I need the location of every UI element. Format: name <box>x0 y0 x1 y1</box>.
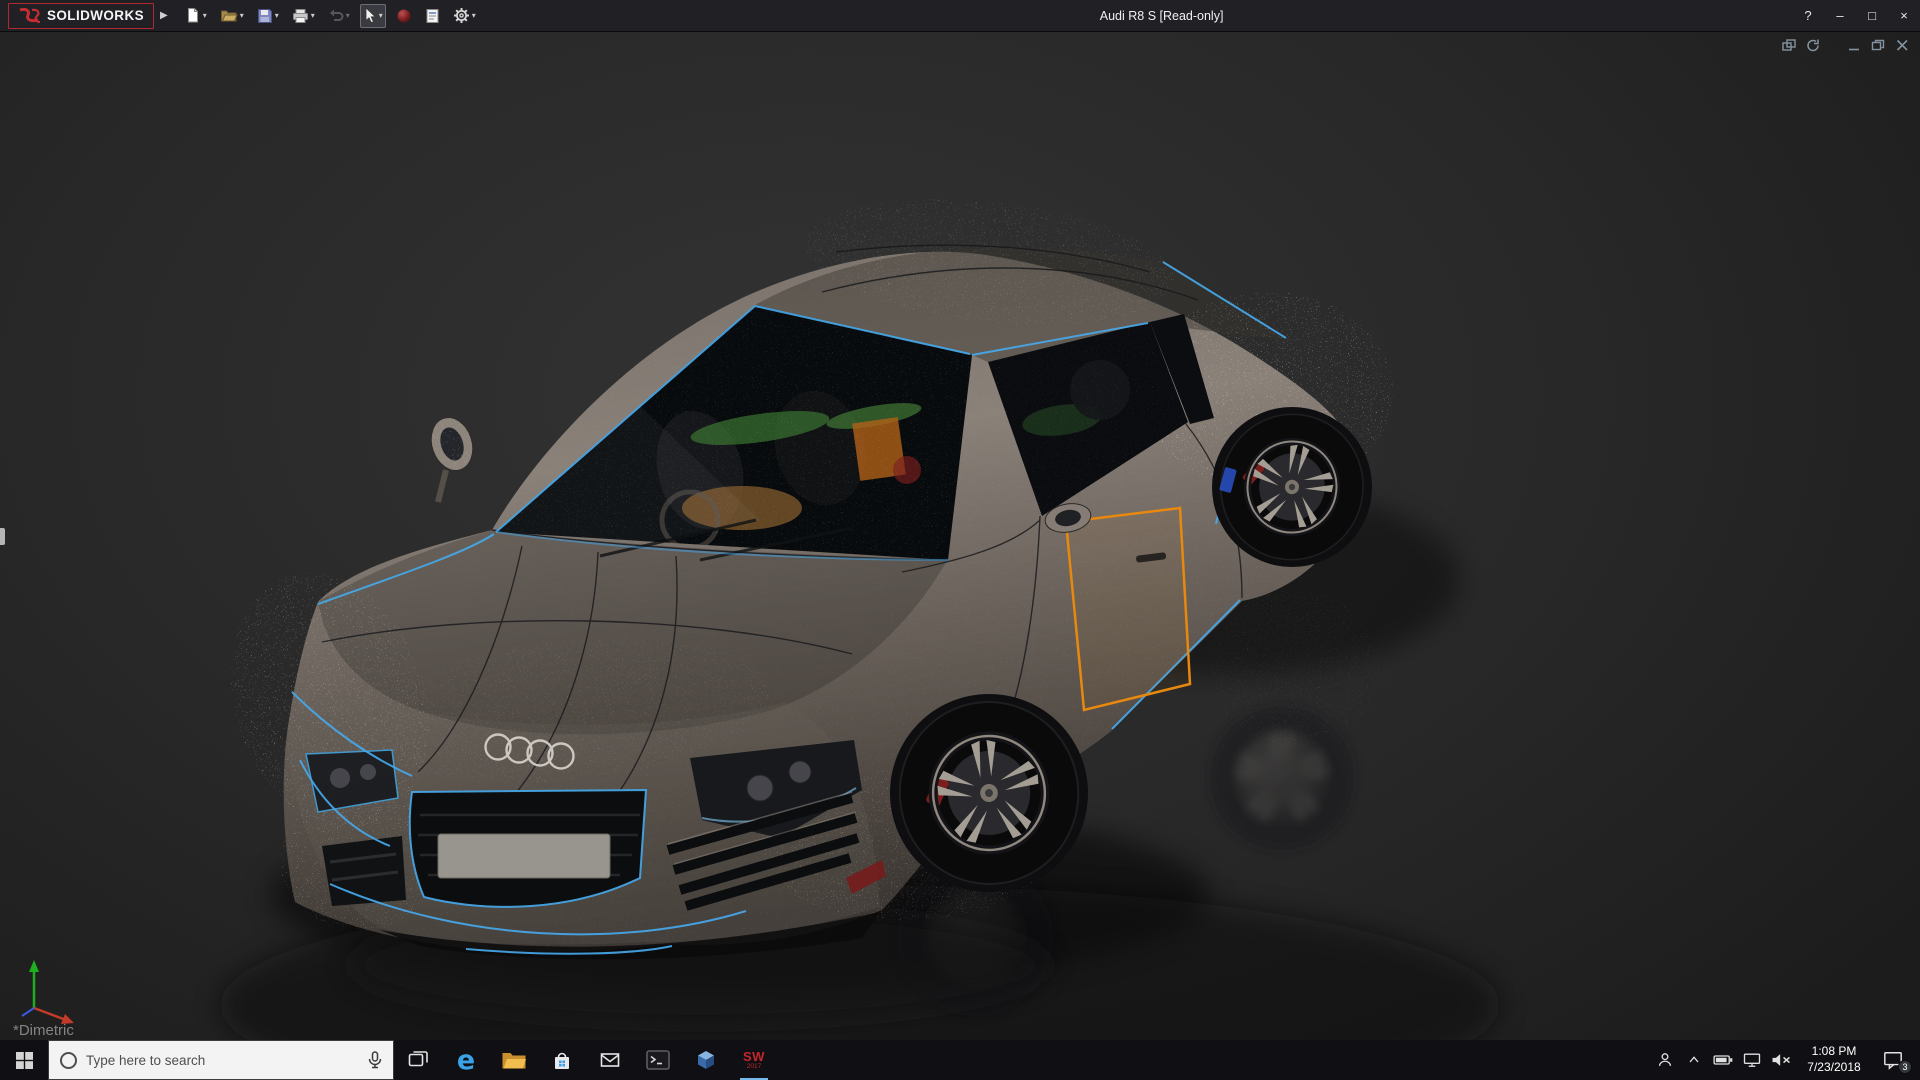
minimize-button[interactable]: – <box>1824 0 1856 31</box>
brand-text: SOLIDWORKS <box>47 8 144 23</box>
minimize-doc-icon[interactable] <box>1847 39 1862 52</box>
cortana-icon <box>60 1052 77 1069</box>
clock-date: 7/23/2018 <box>1807 1060 1860 1076</box>
select-cursor-icon <box>363 7 377 24</box>
undo-arrow-icon <box>328 8 344 23</box>
store-button[interactable] <box>538 1040 586 1080</box>
undo-button[interactable]: ▾ <box>325 4 353 28</box>
microphone-icon[interactable] <box>368 1051 382 1069</box>
svg-text:e: e <box>457 1046 475 1074</box>
taskbar-clock[interactable]: 1:08 PM 7/23/2018 <box>1795 1044 1873 1075</box>
search-input[interactable] <box>86 1053 359 1068</box>
mail-button[interactable] <box>586 1040 634 1080</box>
chevron-up-icon <box>1686 1052 1702 1068</box>
axis-y <box>29 960 39 1008</box>
select-tool-button[interactable]: ▾ <box>360 4 386 28</box>
intake-left <box>322 836 406 906</box>
window-controls: ? – □ × <box>1792 0 1920 31</box>
maximize-button[interactable]: □ <box>1856 0 1888 31</box>
battery-button[interactable] <box>1708 1040 1737 1080</box>
solidworks-taskbar-button[interactable]: SW 2017 <box>730 1040 778 1080</box>
restore-doc-icon[interactable] <box>1871 39 1886 52</box>
search-box[interactable] <box>48 1040 394 1080</box>
new-document-button[interactable]: ▾ <box>182 4 210 28</box>
close-button[interactable]: × <box>1888 0 1920 31</box>
windows-taskbar: e <box>0 1040 1920 1080</box>
task-view-button[interactable] <box>394 1040 442 1080</box>
panel-splitter-handle[interactable] <box>0 528 5 545</box>
command-prompt-icon <box>645 1048 671 1072</box>
window-title: Audi R8 S [Read-only] <box>1100 9 1224 23</box>
quick-access-toolbar: ▾ ▾ ▾ ▾ <box>182 4 479 28</box>
doc-controls-gap <box>1830 39 1838 52</box>
file-explorer-button[interactable] <box>490 1040 538 1080</box>
mail-icon <box>598 1048 622 1072</box>
clock-time: 1:08 PM <box>1812 1044 1857 1060</box>
file-explorer-icon <box>501 1049 527 1071</box>
people-button[interactable] <box>1650 1040 1679 1080</box>
hidden-icons-button[interactable] <box>1679 1040 1708 1080</box>
open-button[interactable]: ▾ <box>217 4 247 28</box>
3d-viewer-cube-icon <box>694 1048 718 1072</box>
task-view-icon <box>408 1050 428 1070</box>
orientation-triad <box>14 954 94 1032</box>
save-button[interactable]: ▾ <box>254 4 282 28</box>
refresh-icon[interactable] <box>1806 39 1821 52</box>
flyout-arrow-button[interactable]: ▶ <box>160 10 168 21</box>
view-orientation-label: *Dimetric <box>13 1022 74 1039</box>
car-model[interactable] <box>199 183 1393 959</box>
options-button[interactable]: ▾ <box>450 4 479 28</box>
titlebar: SOLIDWORKS ▶ ▾ ▾ ▾ <box>0 0 1920 32</box>
windows-logo-icon <box>16 1052 33 1069</box>
selection-highlight-door[interactable] <box>1066 508 1190 710</box>
print-button[interactable]: ▾ <box>289 4 318 28</box>
volume-button[interactable] <box>1766 1040 1795 1080</box>
solidworks-window: SOLIDWORKS ▶ ▾ ▾ ▾ <box>0 0 1920 1080</box>
people-icon <box>1655 1050 1675 1070</box>
file-properties-button[interactable] <box>422 4 443 28</box>
notification-badge: 3 <box>1898 1060 1912 1074</box>
new-window-icon[interactable] <box>1782 39 1797 52</box>
network-icon <box>1742 1051 1762 1069</box>
help-button[interactable]: ? <box>1792 0 1824 31</box>
close-doc-icon[interactable] <box>1895 39 1910 52</box>
edge-button[interactable]: e <box>442 1040 490 1080</box>
side-mirror-left[interactable] <box>425 412 480 502</box>
3d-viewer-button[interactable] <box>682 1040 730 1080</box>
start-button[interactable] <box>0 1040 48 1080</box>
file-properties-icon <box>425 8 440 24</box>
store-icon <box>550 1048 574 1072</box>
network-button[interactable] <box>1737 1040 1766 1080</box>
license-plate <box>438 834 610 878</box>
print-icon <box>292 8 309 24</box>
dassault-ds-icon <box>18 7 42 25</box>
options-gear-icon <box>453 7 470 24</box>
system-tray: 1:08 PM 7/23/2018 3 <box>1650 1040 1920 1080</box>
action-center-button[interactable]: 3 <box>1873 1040 1913 1080</box>
volume-muted-icon <box>1770 1051 1792 1069</box>
viewport-3d[interactable]: *Dimetric <box>0 32 1920 1040</box>
solidworks-taskbar-icon: SW 2017 <box>743 1050 765 1071</box>
edge-icon: e <box>452 1046 480 1074</box>
axis-z <box>22 1008 34 1016</box>
appearance-sphere-icon <box>396 8 412 24</box>
3d-scene[interactable] <box>0 32 1920 1040</box>
command-prompt-button[interactable] <box>634 1040 682 1080</box>
save-floppy-icon <box>257 8 273 24</box>
battery-icon <box>1712 1052 1734 1068</box>
document-window-controls <box>1782 39 1910 52</box>
appearance-button[interactable] <box>393 4 415 28</box>
new-document-icon <box>185 7 201 24</box>
open-folder-icon <box>220 8 238 23</box>
brand-logo: SOLIDWORKS <box>8 3 154 29</box>
